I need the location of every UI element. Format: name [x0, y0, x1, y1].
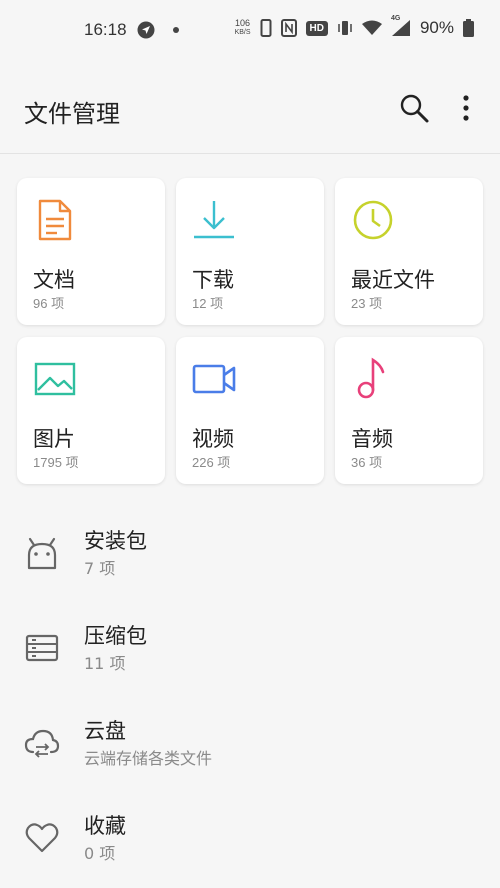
phone-icon	[260, 19, 272, 37]
category-label: 最近文件	[351, 268, 435, 292]
list-item-label: 收藏	[84, 814, 126, 838]
category-card-recent[interactable]: 最近文件 23 项	[335, 178, 483, 325]
notification-dot-icon	[172, 27, 179, 33]
category-label: 视频	[192, 427, 234, 451]
battery-percent: 90%	[419, 18, 454, 37]
battery-icon	[463, 19, 474, 37]
list-item-sub: 11 项	[84, 654, 126, 673]
search-button[interactable]	[396, 90, 432, 126]
list-item-favorites[interactable]: 收藏 0 项	[0, 790, 500, 885]
category-card-audio[interactable]: 音频 36 项	[335, 337, 483, 484]
category-card-videos[interactable]: 视频 226 项	[176, 337, 324, 484]
category-count: 23 项	[351, 296, 383, 311]
nfc-icon	[280, 19, 297, 37]
category-count: 96 项	[33, 296, 65, 311]
signal-icon: 4G	[391, 15, 411, 37]
category-count: 226 项	[192, 455, 231, 470]
list-item-apk[interactable]: 安装包 7 项	[0, 505, 500, 600]
category-label: 图片	[33, 427, 75, 451]
category-label: 下载	[192, 268, 234, 292]
list-item-sub: 云端存储各类文件	[84, 749, 213, 768]
category-label: 文档	[33, 268, 75, 292]
list-item-sub: 0 项	[84, 844, 116, 863]
music-note-icon	[357, 357, 385, 399]
vibrate-icon	[337, 19, 353, 37]
list-item-label: 安装包	[84, 529, 147, 553]
cloud-icon	[24, 729, 60, 758]
image-icon	[34, 362, 76, 396]
wifi-icon	[361, 20, 382, 36]
status-time: 16:18	[84, 20, 127, 39]
category-grid: 文档 96 项 下载 12 项 最近文件 23 项 图片 1795 项 视频 2…	[17, 178, 483, 484]
hd-badge: HD	[305, 20, 328, 36]
category-label: 音频	[351, 427, 393, 451]
search-icon	[400, 94, 429, 123]
app-header: 文件管理	[0, 64, 500, 154]
status-bar: 16:18 106 KB/S HD 4G 90%	[0, 0, 500, 64]
android-icon	[27, 537, 57, 570]
list-item-cloud[interactable]: 云盘 云端存储各类文件	[0, 695, 500, 790]
category-count: 36 项	[351, 455, 383, 470]
net-speed-unit: KB/S	[234, 29, 251, 36]
list-item-label: 云盘	[84, 719, 126, 743]
category-card-downloads[interactable]: 下载 12 项	[176, 178, 324, 325]
list-item-archive[interactable]: 压缩包 11 项	[0, 600, 500, 695]
storage-list: 安装包 7 项 压缩包 11 项 云盘 云端存储各类文件 收藏 0 项	[0, 505, 500, 885]
page-title: 文件管理	[24, 100, 120, 128]
category-card-images[interactable]: 图片 1795 项	[17, 337, 165, 484]
network-type: 4G	[390, 15, 401, 22]
heart-icon	[25, 823, 59, 853]
video-icon	[192, 364, 236, 394]
location-arrow-icon	[137, 21, 155, 39]
net-speed-value: 106	[235, 18, 251, 28]
net-speed: 106 KB/S	[235, 19, 251, 37]
list-item-sub: 7 项	[84, 559, 116, 578]
category-card-documents[interactable]: 文档 96 项	[17, 178, 165, 325]
archive-icon	[25, 634, 59, 662]
download-icon	[194, 201, 234, 239]
category-count: 12 项	[192, 296, 224, 311]
document-icon	[38, 199, 72, 241]
more-vertical-icon	[463, 95, 469, 121]
category-count: 1795 项	[33, 455, 79, 470]
list-item-label: 压缩包	[84, 624, 147, 648]
clock-icon	[353, 200, 393, 240]
more-options-button[interactable]	[448, 90, 484, 126]
